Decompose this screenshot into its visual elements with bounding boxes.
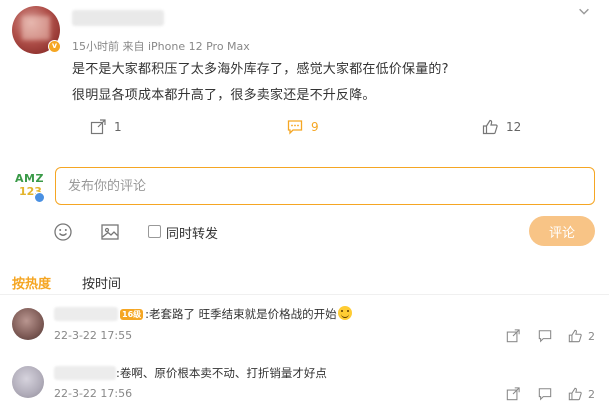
comment-author-name[interactable] bbox=[54, 307, 118, 321]
repost-count: 1 bbox=[114, 120, 122, 134]
avatar-text-top: AMZ bbox=[15, 172, 44, 185]
emoji-icon[interactable] bbox=[53, 222, 73, 242]
verified-blue-icon bbox=[34, 192, 45, 203]
comment-share-button[interactable] bbox=[506, 329, 520, 343]
divider bbox=[0, 294, 609, 295]
comment-avatar[interactable] bbox=[12, 366, 44, 398]
repost-button[interactable]: 1 bbox=[90, 119, 122, 135]
comment-reply-button[interactable] bbox=[538, 387, 552, 401]
comment-button[interactable]: 9 bbox=[287, 119, 319, 135]
smile-emoji-icon bbox=[337, 306, 352, 320]
comment-icon bbox=[287, 120, 303, 135]
share-icon bbox=[506, 329, 520, 343]
submit-comment-button[interactable]: 评论 bbox=[529, 216, 595, 246]
comment-like-count: 2 bbox=[588, 387, 595, 401]
comment-input[interactable] bbox=[56, 168, 594, 204]
comment-like-button[interactable]: 2 bbox=[568, 329, 595, 343]
like-count: 12 bbox=[506, 120, 522, 134]
image-icon[interactable] bbox=[100, 222, 120, 242]
comment-body: :老套路了 旺季结束就是价格战的开始 bbox=[145, 307, 337, 321]
comment-time: 22-3-22 17:55 bbox=[54, 329, 133, 342]
verified-badge-icon: v bbox=[48, 40, 61, 53]
repost-checkbox[interactable] bbox=[148, 225, 161, 238]
comment-avatar[interactable] bbox=[12, 308, 44, 340]
tab-sort-time[interactable]: 按时间 bbox=[82, 273, 121, 292]
chevron-down-icon[interactable] bbox=[576, 4, 592, 20]
comment-text: :卷啊、原价根本卖不动、打折销量才好点 bbox=[116, 366, 327, 380]
comment-share-button[interactable] bbox=[506, 387, 520, 401]
post-text-line-2: 很明显各项成本都升高了，很多卖家还是不升反降。 bbox=[72, 88, 376, 103]
repost-checkbox-label[interactable]: 同时转发 bbox=[166, 223, 218, 242]
comment-text: 16级:老套路了 旺季结束就是价格战的开始 bbox=[120, 306, 352, 322]
comment-time: 22-3-22 17:56 bbox=[54, 387, 133, 400]
like-button[interactable]: 12 bbox=[482, 119, 521, 135]
comment-like-count: 2 bbox=[588, 329, 595, 343]
tab-sort-hot[interactable]: 按热度 bbox=[12, 273, 51, 292]
comment-like-button[interactable]: 2 bbox=[568, 387, 595, 401]
comment-input-box[interactable] bbox=[55, 167, 595, 205]
author-name[interactable] bbox=[72, 10, 164, 26]
comment-count: 9 bbox=[311, 120, 319, 134]
thumbs-up-icon bbox=[482, 119, 498, 135]
comment-icon bbox=[538, 388, 552, 401]
comment-icon bbox=[538, 330, 552, 343]
thumbs-up-icon bbox=[568, 329, 582, 343]
thumbs-up-icon bbox=[568, 387, 582, 401]
share-icon bbox=[90, 119, 106, 135]
comment-reply-button[interactable] bbox=[538, 329, 552, 343]
comment-author-name[interactable] bbox=[54, 366, 116, 380]
post-meta: 15小时前 来自 iPhone 12 Pro Max bbox=[72, 40, 250, 53]
post-text-line-1: 是不是大家都积压了太多海外库存了，感觉大家都在低价保量的? bbox=[72, 62, 449, 77]
level-badge: 16级 bbox=[120, 309, 144, 320]
share-icon bbox=[506, 387, 520, 401]
